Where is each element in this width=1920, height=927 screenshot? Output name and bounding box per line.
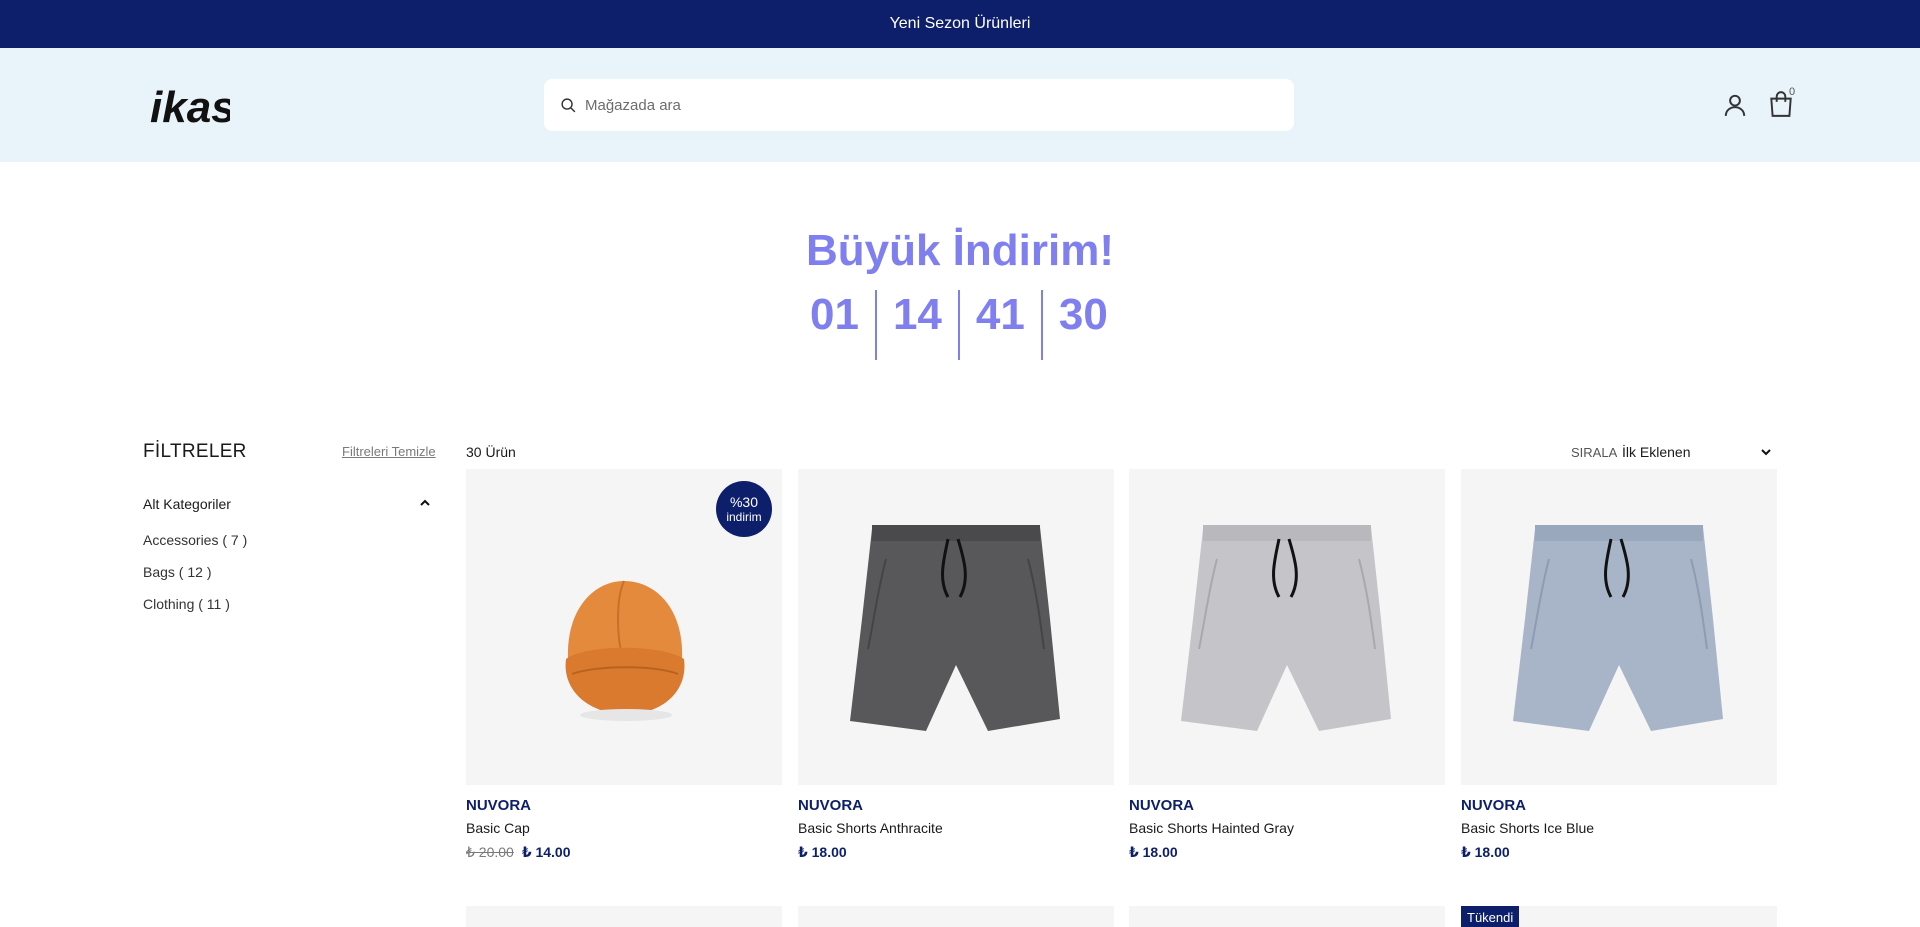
countdown-timer: 01 14 41 30 bbox=[800, 290, 1124, 360]
sort-label: SIRALA bbox=[1571, 445, 1618, 460]
product-prices: ₺ 18.00 bbox=[1129, 844, 1445, 861]
product-card[interactable]: NUVORA Basic Shorts Anthracite ₺ 18.00 bbox=[798, 469, 1114, 861]
promo-title: Büyük İndirim! bbox=[805, 226, 1115, 275]
product-name[interactable]: Basic Cap bbox=[466, 820, 782, 836]
product-count: 30 Ürün bbox=[466, 444, 516, 460]
shorts-gray-image bbox=[1181, 525, 1391, 731]
user-icon[interactable] bbox=[1722, 92, 1748, 118]
price: ₺ 18.00 bbox=[1129, 844, 1178, 860]
announcement-bar: Yeni Sezon Ürünleri bbox=[0, 0, 1920, 48]
site-header: ikas 0 bbox=[0, 48, 1920, 162]
product-card[interactable]: %30 indirim NUVORA Basic Cap ₺ 20.00 ₺ 1… bbox=[466, 469, 782, 861]
ikas-logo[interactable]: ikas bbox=[148, 82, 230, 130]
product-prices: ₺ 20.00 ₺ 14.00 bbox=[466, 844, 782, 861]
product-image[interactable] bbox=[1129, 469, 1445, 785]
category-clothing[interactable]: Clothing ( 11 ) bbox=[143, 596, 247, 628]
sale-price: ₺ 14.00 bbox=[521, 844, 571, 860]
product-card-partial[interactable]: Tükendi bbox=[1461, 906, 1777, 927]
old-price: ₺ 20.00 bbox=[466, 844, 514, 860]
shorts-ice-blue-image bbox=[1513, 525, 1723, 731]
discount-percent: %30 bbox=[729, 493, 759, 510]
countdown-days: 01 bbox=[810, 290, 859, 339]
product-card-partial[interactable] bbox=[798, 906, 1114, 927]
product-card[interactable]: NUVORA Basic Shorts Hainted Gray ₺ 18.00 bbox=[1129, 469, 1445, 861]
product-brand[interactable]: NUVORA bbox=[1129, 797, 1445, 814]
logo-text: ikas bbox=[150, 83, 230, 130]
product-image[interactable] bbox=[798, 469, 1114, 785]
discount-badge: %30 indirim bbox=[716, 481, 772, 537]
product-image[interactable] bbox=[1461, 469, 1777, 785]
chevron-down-icon[interactable] bbox=[1760, 446, 1772, 458]
product-name[interactable]: Basic Shorts Ice Blue bbox=[1461, 820, 1777, 836]
product-brand[interactable]: NUVORA bbox=[1461, 797, 1777, 814]
search-icon bbox=[561, 97, 576, 112]
countdown-minutes: 41 bbox=[975, 290, 1025, 339]
countdown-hours: 14 bbox=[892, 290, 942, 339]
sort-select[interactable]: İlk Eklenen bbox=[1622, 444, 1690, 460]
category-list: Accessories ( 7 ) Bags ( 12 ) Clothing (… bbox=[143, 532, 247, 628]
product-card[interactable]: NUVORA Basic Shorts Ice Blue ₺ 18.00 bbox=[1461, 469, 1777, 861]
cart-count-badge: 0 bbox=[1789, 86, 1796, 98]
product-name[interactable]: Basic Shorts Hainted Gray bbox=[1129, 820, 1445, 836]
announcement-text: Yeni Sezon Ürünleri bbox=[889, 15, 1031, 32]
price: ₺ 18.00 bbox=[798, 844, 847, 860]
product-card-partial[interactable] bbox=[1129, 906, 1445, 927]
product-prices: ₺ 18.00 bbox=[1461, 844, 1777, 861]
discount-text: indirim bbox=[726, 509, 762, 524]
clear-filters-link[interactable]: Filtreleri Temizle bbox=[342, 444, 436, 459]
product-name[interactable]: Basic Shorts Anthracite bbox=[798, 820, 1114, 836]
soldout-badge: Tükendi bbox=[1461, 906, 1520, 927]
filters-title: FİLTRELER bbox=[143, 441, 247, 462]
product-prices: ₺ 18.00 bbox=[798, 844, 1114, 861]
chevron-up-icon[interactable] bbox=[418, 496, 432, 510]
category-accessories[interactable]: Accessories ( 7 ) bbox=[143, 532, 247, 564]
product-brand[interactable]: NUVORA bbox=[466, 797, 782, 814]
price: ₺ 18.00 bbox=[1461, 844, 1510, 860]
product-image[interactable]: %30 indirim bbox=[466, 469, 782, 785]
category-bags[interactable]: Bags ( 12 ) bbox=[143, 564, 247, 596]
search-bar[interactable] bbox=[544, 79, 1294, 131]
product-brand[interactable]: NUVORA bbox=[798, 797, 1114, 814]
countdown-seconds: 30 bbox=[1058, 290, 1108, 339]
shorts-anthracite-image bbox=[850, 525, 1060, 731]
search-input[interactable] bbox=[585, 96, 1265, 114]
subcategory-heading[interactable]: Alt Kategoriler bbox=[143, 496, 231, 512]
product-card-partial[interactable] bbox=[466, 906, 782, 927]
